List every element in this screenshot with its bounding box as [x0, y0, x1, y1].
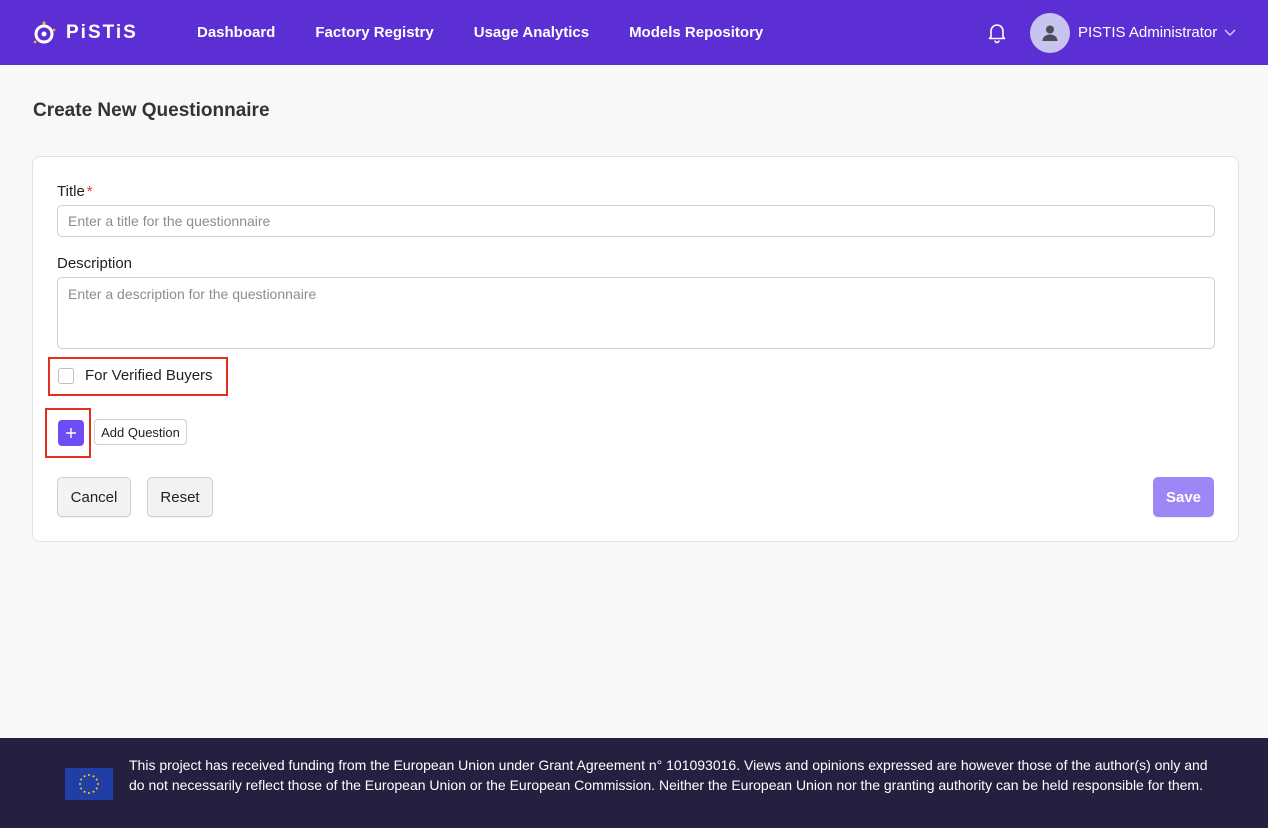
main-nav: Dashboard Factory Registry Usage Analyti… — [197, 0, 763, 65]
title-label: Title * — [57, 183, 93, 200]
funding-disclaimer: This project has received funding from t… — [129, 757, 1208, 793]
chevron-down-icon[interactable] — [1223, 27, 1237, 37]
brand-logo[interactable]: PiSTiS — [32, 16, 138, 50]
questionnaire-form-card: Title* Description For Verified Buyers A… — [32, 156, 1239, 542]
user-name[interactable]: PISTIS Administrator — [1078, 24, 1217, 41]
brand-name: PiSTiS — [66, 22, 138, 43]
pistis-logo-icon — [33, 21, 56, 44]
add-question-button[interactable] — [58, 420, 84, 446]
bell-icon[interactable] — [985, 20, 1009, 44]
description-input[interactable] — [57, 277, 1215, 349]
cancel-button[interactable]: Cancel — [57, 477, 131, 517]
description-label: Description — [57, 255, 133, 272]
nav-usage-analytics[interactable]: Usage Analytics — [474, 24, 589, 41]
save-button[interactable]: Save — [1153, 477, 1214, 517]
user-icon — [1042, 25, 1058, 41]
verified-buyers-label[interactable]: For Verified Buyers — [85, 367, 213, 384]
footer: This project has received funding from t… — [0, 738, 1268, 828]
nav-dashboard[interactable]: Dashboard — [197, 24, 275, 41]
top-navbar: PiSTiS Dashboard Factory Registry Usage … — [0, 0, 1268, 65]
reset-button[interactable]: Reset — [147, 477, 213, 517]
nav-factory-registry[interactable]: Factory Registry — [315, 24, 433, 41]
eu-flag-icon — [65, 768, 113, 800]
required-mark: * — [86, 183, 93, 200]
plus-icon — [66, 428, 76, 438]
title-input[interactable] — [57, 205, 1215, 237]
title-label-text: Title — [57, 183, 85, 200]
verified-buyers-checkbox[interactable] — [58, 368, 74, 384]
page-title: Create New Questionnaire — [33, 100, 270, 121]
nav-models-repository[interactable]: Models Repository — [629, 24, 763, 41]
avatar[interactable] — [1030, 13, 1070, 53]
add-question-tooltip: Add Question — [94, 419, 187, 445]
